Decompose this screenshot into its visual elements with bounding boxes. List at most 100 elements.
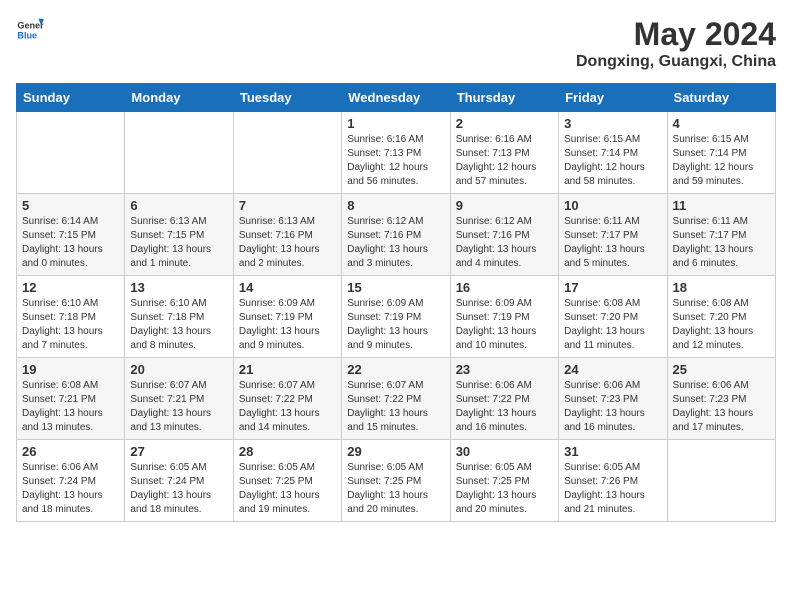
col-header-sunday: Sunday [17, 84, 125, 112]
day-info: Sunrise: 6:06 AM Sunset: 7:23 PM Dayligh… [564, 379, 661, 435]
calendar-cell: 31 Sunrise: 6:05 AM Sunset: 7:26 PM Dayli… [559, 440, 667, 522]
day-info: Sunrise: 6:07 AM Sunset: 7:21 PM Dayligh… [130, 379, 227, 435]
calendar-table: SundayMondayTuesdayWednesdayThursdayFrid… [16, 83, 776, 522]
day-number: 20 [130, 362, 227, 377]
calendar-cell: 26 Sunrise: 6:06 AM Sunset: 7:24 PM Dayli… [17, 440, 125, 522]
calendar-cell: 17Sunrise: 6:08 AM Sunset: 7:20 PM Dayli… [559, 276, 667, 358]
calendar-cell: 3 Sunrise: 6:15 AM Sunset: 7:14 PM Daylig… [559, 112, 667, 194]
calendar-cell: 7 Sunrise: 6:13 AM Sunset: 7:16 PM Daylig… [233, 194, 341, 276]
calendar-cell: 22 Sunrise: 6:07 AM Sunset: 7:22 PM Dayli… [342, 358, 450, 440]
day-number: 16 [456, 280, 553, 295]
day-info: Sunrise: 6:15 AM Sunset: 7:14 PM Dayligh… [564, 133, 661, 189]
day-number: 27 [130, 444, 227, 459]
day-number: 14 [239, 280, 336, 295]
day-number: 29 [347, 444, 444, 459]
day-info: Sunrise: 6:16 AM Sunset: 7:13 PM Dayligh… [347, 133, 444, 189]
location: Dongxing, Guangxi, China [576, 53, 776, 71]
page-header: General Blue May 2024 Dongxing, Guangxi,… [16, 16, 776, 71]
day-info: Sunrise: 6:16 AM Sunset: 7:13 PM Dayligh… [456, 133, 553, 189]
calendar-cell: 8 Sunrise: 6:12 AM Sunset: 7:16 PM Daylig… [342, 194, 450, 276]
day-info: Sunrise: 6:10 AM Sunset: 7:18 PM Dayligh… [130, 297, 227, 353]
calendar-cell: 11 Sunrise: 6:11 AM Sunset: 7:17 PM Dayli… [667, 194, 775, 276]
day-info: Sunrise: 6:09 AM Sunset: 7:19 PM Dayligh… [239, 297, 336, 353]
calendar-cell: 19 Sunrise: 6:08 AM Sunset: 7:21 PM Dayli… [17, 358, 125, 440]
day-info: Sunrise: 6:09 AM Sunset: 7:19 PM Dayligh… [347, 297, 444, 353]
calendar-week-row: 19 Sunrise: 6:08 AM Sunset: 7:21 PM Dayli… [17, 358, 776, 440]
day-info: Sunrise: 6:13 AM Sunset: 7:15 PM Dayligh… [130, 215, 227, 271]
day-info: Sunrise: 6:11 AM Sunset: 7:17 PM Dayligh… [564, 215, 661, 271]
day-number: 22 [347, 362, 444, 377]
day-info: Sunrise: 6:06 AM Sunset: 7:24 PM Dayligh… [22, 461, 119, 517]
calendar-cell: 1 Sunrise: 6:16 AM Sunset: 7:13 PM Daylig… [342, 112, 450, 194]
calendar-cell: 13 Sunrise: 6:10 AM Sunset: 7:18 PM Dayli… [125, 276, 233, 358]
day-number: 21 [239, 362, 336, 377]
logo: General Blue [16, 16, 44, 44]
day-info: Sunrise: 6:07 AM Sunset: 7:22 PM Dayligh… [239, 379, 336, 435]
day-number: 26 [22, 444, 119, 459]
day-info: Sunrise: 6:08 AM Sunset: 7:20 PM Dayligh… [673, 297, 770, 353]
title-block: May 2024 Dongxing, Guangxi, China [576, 16, 776, 71]
calendar-cell [667, 440, 775, 522]
day-number: 1 [347, 116, 444, 131]
day-number: 6 [130, 198, 227, 213]
day-info: Sunrise: 6:06 AM Sunset: 7:22 PM Dayligh… [456, 379, 553, 435]
day-info: Sunrise: 6:11 AM Sunset: 7:17 PM Dayligh… [673, 215, 770, 271]
calendar-cell: 25 Sunrise: 6:06 AM Sunset: 7:23 PM Dayli… [667, 358, 775, 440]
day-info: Sunrise: 6:05 AM Sunset: 7:24 PM Dayligh… [130, 461, 227, 517]
calendar-cell: 9 Sunrise: 6:12 AM Sunset: 7:16 PM Daylig… [450, 194, 558, 276]
day-info: Sunrise: 6:12 AM Sunset: 7:16 PM Dayligh… [347, 215, 444, 271]
calendar-cell: 2Sunrise: 6:16 AM Sunset: 7:13 PM Daylig… [450, 112, 558, 194]
calendar-cell: 23Sunrise: 6:06 AM Sunset: 7:22 PM Dayli… [450, 358, 558, 440]
calendar-cell: 30 Sunrise: 6:05 AM Sunset: 7:25 PM Dayli… [450, 440, 558, 522]
day-number: 19 [22, 362, 119, 377]
day-number: 24 [564, 362, 661, 377]
day-info: Sunrise: 6:05 AM Sunset: 7:25 PM Dayligh… [347, 461, 444, 517]
day-info: Sunrise: 6:13 AM Sunset: 7:16 PM Dayligh… [239, 215, 336, 271]
day-number: 31 [564, 444, 661, 459]
day-info: Sunrise: 6:05 AM Sunset: 7:25 PM Dayligh… [456, 461, 553, 517]
day-number: 4 [673, 116, 770, 131]
calendar-cell: 18 Sunrise: 6:08 AM Sunset: 7:20 PM Dayli… [667, 276, 775, 358]
logo-icon: General Blue [16, 16, 44, 44]
day-info: Sunrise: 6:05 AM Sunset: 7:26 PM Dayligh… [564, 461, 661, 517]
day-info: Sunrise: 6:12 AM Sunset: 7:16 PM Dayligh… [456, 215, 553, 271]
day-info: Sunrise: 6:08 AM Sunset: 7:21 PM Dayligh… [22, 379, 119, 435]
calendar-cell: 21 Sunrise: 6:07 AM Sunset: 7:22 PM Dayli… [233, 358, 341, 440]
calendar-cell: 4 Sunrise: 6:15 AM Sunset: 7:14 PM Daylig… [667, 112, 775, 194]
day-info: Sunrise: 6:07 AM Sunset: 7:22 PM Dayligh… [347, 379, 444, 435]
day-info: Sunrise: 6:14 AM Sunset: 7:15 PM Dayligh… [22, 215, 119, 271]
col-header-friday: Friday [559, 84, 667, 112]
calendar-week-row: 1 Sunrise: 6:16 AM Sunset: 7:13 PM Daylig… [17, 112, 776, 194]
day-number: 28 [239, 444, 336, 459]
calendar-week-row: 5 Sunrise: 6:14 AM Sunset: 7:15 PM Daylig… [17, 194, 776, 276]
calendar-cell: 10 Sunrise: 6:11 AM Sunset: 7:17 PM Dayli… [559, 194, 667, 276]
day-info: Sunrise: 6:15 AM Sunset: 7:14 PM Dayligh… [673, 133, 770, 189]
calendar-header-row: SundayMondayTuesdayWednesdayThursdayFrid… [17, 84, 776, 112]
day-number: 11 [673, 198, 770, 213]
day-number: 18 [673, 280, 770, 295]
calendar-cell: 14 Sunrise: 6:09 AM Sunset: 7:19 PM Dayli… [233, 276, 341, 358]
calendar-cell: 6 Sunrise: 6:13 AM Sunset: 7:15 PM Daylig… [125, 194, 233, 276]
col-header-wednesday: Wednesday [342, 84, 450, 112]
col-header-monday: Monday [125, 84, 233, 112]
svg-text:Blue: Blue [17, 30, 37, 40]
day-number: 8 [347, 198, 444, 213]
day-number: 10 [564, 198, 661, 213]
day-info: Sunrise: 6:06 AM Sunset: 7:23 PM Dayligh… [673, 379, 770, 435]
day-number: 30 [456, 444, 553, 459]
day-info: Sunrise: 6:09 AM Sunset: 7:19 PM Dayligh… [456, 297, 553, 353]
day-number: 12 [22, 280, 119, 295]
calendar-week-row: 26 Sunrise: 6:06 AM Sunset: 7:24 PM Dayli… [17, 440, 776, 522]
calendar-week-row: 12 Sunrise: 6:10 AM Sunset: 7:18 PM Dayli… [17, 276, 776, 358]
day-number: 7 [239, 198, 336, 213]
day-number: 9 [456, 198, 553, 213]
day-number: 13 [130, 280, 227, 295]
day-number: 3 [564, 116, 661, 131]
day-info: Sunrise: 6:08 AM Sunset: 7:20 PM Dayligh… [564, 297, 661, 353]
calendar-cell: 5 Sunrise: 6:14 AM Sunset: 7:15 PM Daylig… [17, 194, 125, 276]
day-info: Sunrise: 6:05 AM Sunset: 7:25 PM Dayligh… [239, 461, 336, 517]
col-header-saturday: Saturday [667, 84, 775, 112]
day-number: 5 [22, 198, 119, 213]
calendar-cell: 15Sunrise: 6:09 AM Sunset: 7:19 PM Dayli… [342, 276, 450, 358]
day-number: 25 [673, 362, 770, 377]
